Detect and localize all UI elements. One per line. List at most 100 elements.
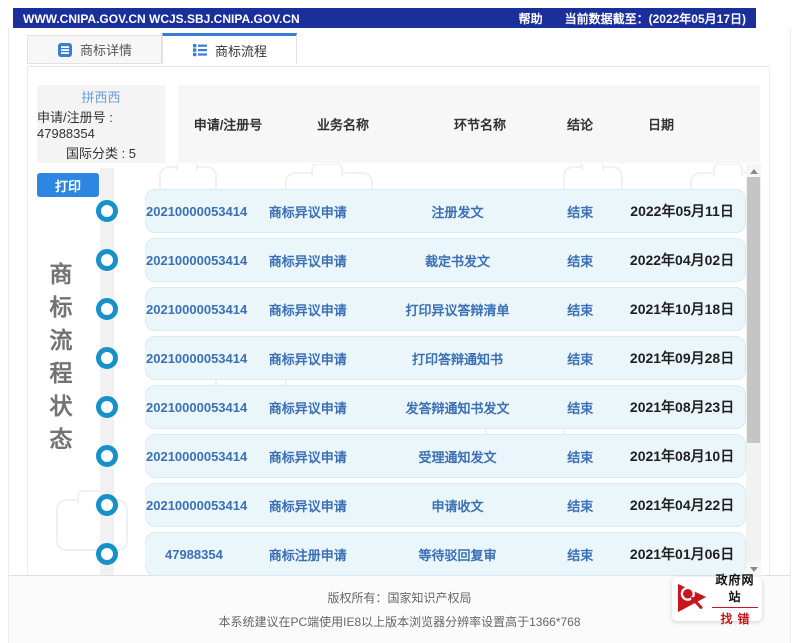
row-date: 2021年08月23日 <box>619 397 745 417</box>
gov-site-error-report-badge[interactable]: 政府网站 找错 <box>672 577 762 621</box>
row-result: 结束 <box>541 349 619 368</box>
application-number: 申请/注册号 : 47988354 <box>37 107 165 141</box>
row-business-name: 商标异议申请 <box>242 202 374 221</box>
badge-divider <box>712 607 758 608</box>
vertical-title-char: 程 <box>48 362 74 385</box>
row-step-name: 裁定书发文 <box>374 251 542 270</box>
row-result: 结束 <box>541 251 619 270</box>
row-step-name: 等待驳回复审 <box>374 545 542 564</box>
row-step-name: 受理通知发文 <box>374 447 542 466</box>
row-application-no: 20210000053414 <box>146 449 242 464</box>
process-status-vertical-title: 商标流程状态 <box>48 263 74 451</box>
scroll-up-button[interactable] <box>746 164 761 178</box>
timeline-node <box>96 249 118 271</box>
row-date: 2021年09月28日 <box>619 348 745 368</box>
trademark-name: 拼西西 <box>81 87 120 106</box>
tab-bar: 商标详情 商标流程 <box>27 35 297 64</box>
col-header-application-no: 申请/注册号 <box>194 115 263 134</box>
row-business-name: 商标注册申请 <box>242 545 374 564</box>
top-bar: WWW.CNIPA.GOV.CN WCJS.SBJ.CNIPA.GOV.CN 帮… <box>13 8 756 29</box>
row-step-name: 发答辩通知书发文 <box>374 398 542 417</box>
row-application-no: 20210000053414 <box>146 498 242 513</box>
vertical-title-char: 流 <box>48 329 74 352</box>
timeline-node <box>96 445 118 467</box>
process-row: 20210000053414 商标异议申请 裁定书发文 结束 2022年04月0… <box>145 238 746 282</box>
row-date: 2021年08月10日 <box>619 446 745 466</box>
list-icon <box>192 42 208 58</box>
col-header-result: 结论 <box>567 115 593 134</box>
tab-label: 商标详情 <box>80 40 132 59</box>
tab-trademark-process[interactable]: 商标流程 <box>162 33 297 64</box>
row-business-name: 商标异议申请 <box>242 349 374 368</box>
tab-trademark-details[interactable]: 商标详情 <box>27 35 162 64</box>
row-result: 结束 <box>541 545 619 564</box>
badge-title: 政府网站 <box>712 571 758 605</box>
row-application-no: 20210000053414 <box>146 253 242 268</box>
process-row: 20210000053414 商标异议申请 打印答辩通知书 结束 2021年09… <box>145 336 746 380</box>
process-row: 20210000053414 商标异议申请 申请收文 结束 2021年04月22… <box>145 483 746 527</box>
process-row-list: 20210000053414 商标异议申请 注册发文 结束 2022年05月11… <box>145 164 746 576</box>
row-step-name: 打印答辩通知书 <box>374 349 542 368</box>
badge-subtitle: 找错 <box>715 610 754 627</box>
timeline-node <box>96 494 118 516</box>
row-result: 结束 <box>541 447 619 466</box>
vertical-title-char: 态 <box>48 428 74 451</box>
vertical-scrollbar[interactable] <box>746 164 761 576</box>
row-application-no: 20210000053414 <box>146 204 242 219</box>
row-application-no: 47988354 <box>146 547 242 562</box>
scrollbar-thumb[interactable] <box>747 177 760 443</box>
process-row: 20210000053414 商标异议申请 注册发文 结束 2022年05月11… <box>145 189 746 233</box>
document-icon <box>57 42 73 58</box>
process-panel: 拼西西 申请/注册号 : 47988354 国际分类 : 5 打印 商标流程状态… <box>27 66 770 575</box>
vertical-title-char: 标 <box>48 296 74 319</box>
col-header-business-name: 业务名称 <box>317 115 369 134</box>
row-result: 结束 <box>541 300 619 319</box>
col-header-step-name: 环节名称 <box>454 115 506 134</box>
row-business-name: 商标异议申请 <box>242 398 374 417</box>
row-business-name: 商标异议申请 <box>242 447 374 466</box>
row-date: 2021年01月06日 <box>619 544 745 564</box>
trademark-info-box: 拼西西 申请/注册号 : 47988354 国际分类 : 5 <box>37 85 165 163</box>
col-header-date: 日期 <box>648 115 674 134</box>
row-application-no: 20210000053414 <box>146 400 242 415</box>
badge-text: 政府网站 找错 <box>712 571 758 627</box>
timeline-node <box>96 543 118 565</box>
process-row: 20210000053414 商标异议申请 发答辩通知书发文 结束 2021年0… <box>145 385 746 429</box>
international-class: 国际分类 : 5 <box>66 143 136 162</box>
row-date: 2021年10月18日 <box>619 299 745 319</box>
row-date: 2021年04月22日 <box>619 495 745 515</box>
magnifier-flag-icon <box>677 580 709 619</box>
row-result: 结束 <box>541 496 619 515</box>
row-date: 2022年05月11日 <box>619 201 745 221</box>
vertical-title-char: 状 <box>48 395 74 418</box>
tab-label: 商标流程 <box>215 41 267 60</box>
row-application-no: 20210000053414 <box>146 351 242 366</box>
row-result: 结束 <box>541 202 619 221</box>
scroll-up-icon <box>750 169 758 174</box>
row-result: 结束 <box>541 398 619 417</box>
timeline-node <box>96 200 118 222</box>
data-cutoff-date: 当前数据截至：(2022年05月17日) <box>565 10 746 27</box>
timeline-node <box>96 396 118 418</box>
print-button[interactable]: 打印 <box>37 173 99 197</box>
row-step-name: 申请收文 <box>374 496 542 515</box>
page-footer: 版权所有：国家知识产权局 本系统建议在PC端使用IE8以上版本浏览器分辨率设置高… <box>9 575 790 643</box>
page-container: 商标详情 商标流程 拼西西 申请/注册号 : 47988354 国际分类 : 5… <box>8 28 791 643</box>
site-domains: WWW.CNIPA.GOV.CN WCJS.SBJ.CNIPA.GOV.CN <box>23 12 300 26</box>
row-business-name: 商标异议申请 <box>242 300 374 319</box>
help-link[interactable]: 帮助 <box>519 10 543 27</box>
row-step-name: 打印异议答辩清单 <box>374 300 542 319</box>
timeline-node <box>96 298 118 320</box>
process-scroll-area: 20210000053414 商标异议申请 注册发文 结束 2022年05月11… <box>145 164 761 576</box>
row-application-no: 20210000053414 <box>146 302 242 317</box>
vertical-title-char: 商 <box>48 263 74 286</box>
process-row: 47988354 商标注册申请 等待驳回复审 结束 2021年01月06日 <box>145 532 746 576</box>
row-business-name: 商标异议申请 <box>242 251 374 270</box>
timeline-node <box>96 347 118 369</box>
row-step-name: 注册发文 <box>374 202 542 221</box>
process-row: 20210000053414 商标异议申请 打印异议答辩清单 结束 2021年1… <box>145 287 746 331</box>
table-header: 申请/注册号 业务名称 环节名称 结论 日期 <box>178 85 760 163</box>
row-date: 2022年04月02日 <box>619 250 745 270</box>
process-row: 20210000053414 商标异议申请 受理通知发文 结束 2021年08月… <box>145 434 746 478</box>
row-business-name: 商标异议申请 <box>242 496 374 515</box>
